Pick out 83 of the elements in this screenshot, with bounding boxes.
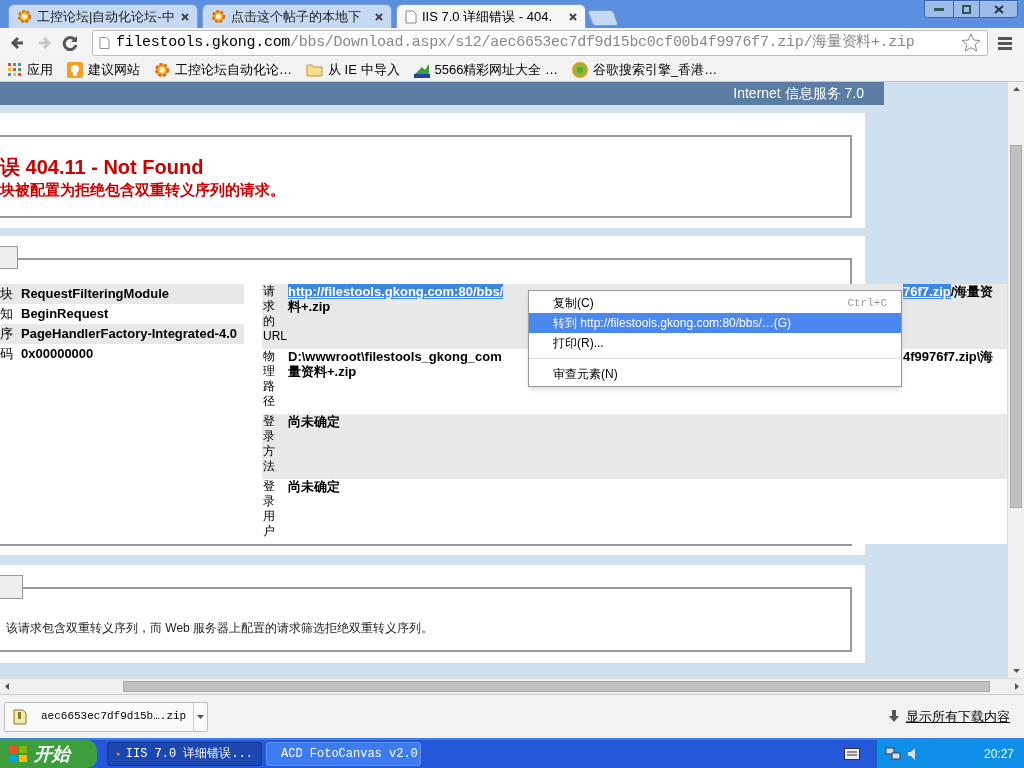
bookmark[interactable]: 从 IE 中导入 (306, 59, 400, 80)
detail-value: 尚未确定 (288, 414, 340, 429)
download-item[interactable]: aec6653ec7df9d15b….zip (4, 701, 208, 732)
detail-label: 块 (0, 286, 14, 302)
close-icon[interactable] (375, 12, 383, 21)
taskbar-button[interactable]: IIS 7.0 详细错误... (107, 742, 262, 766)
lightbulb-icon (67, 61, 83, 78)
bookmark[interactable]: 5566精彩网址大全 … (413, 59, 559, 80)
browser-tab[interactable]: IIS 7.0 详细错误 - 404. (396, 4, 586, 28)
bookmark[interactable]: 工控论坛自动化论… (154, 59, 292, 80)
detail-label: 登录用户 (263, 479, 275, 539)
detail-label: 请求的URL (263, 284, 287, 344)
detail-value: PageHandlerFactory-Integrated-4.0 (20, 326, 237, 342)
address-bar[interactable]: filestools.gkong.com/bbs/Download.aspx/s12/aec6653ec7df9d15bc0cf00b4f9976f7.zip/海量资料+.zip (92, 30, 988, 56)
folder-icon (306, 62, 323, 77)
detail-value: 尚未确定 (288, 479, 340, 494)
detail-label: 物理路径 (263, 349, 275, 409)
menu-item[interactable]: 转到 http://filestools.gkong.com:80/bbs/…(G) (529, 313, 901, 333)
gear-icon (17, 9, 32, 24)
left-arrow-icon[interactable] (5, 683, 9, 690)
down-arrow-icon[interactable] (1013, 669, 1020, 673)
windows-logo-icon (8, 745, 28, 763)
detail-label: 知 (0, 306, 14, 322)
minimize-button[interactable] (925, 1, 953, 17)
zip-file-icon (13, 708, 27, 725)
menu-item[interactable]: 审查元素(N) (529, 364, 901, 384)
detail-label: 码 (0, 346, 14, 362)
apps-grid-icon (8, 62, 22, 77)
gear-icon (211, 9, 226, 24)
tab-title: 工控论坛|自动化论坛-中 (37, 7, 176, 26)
detail-value: 76f7.zip (903, 284, 951, 299)
bookmark[interactable]: 应用 (8, 59, 53, 80)
detail-value: 4f9976f7.zip\海 (903, 349, 994, 364)
menu-item[interactable]: 打印(R)... (529, 333, 901, 353)
caret-icon[interactable] (197, 714, 204, 719)
error-subtitle: 块被配置为拒绝包含双重转义序列的请求。 (0, 180, 286, 200)
globe-icon (572, 61, 589, 78)
detail-value: D:\wwwroot\filestools_gkong_com (288, 349, 502, 364)
download-file-name: aec6653ec7df9d15b….zip (41, 709, 188, 725)
clock: 20:27 (983, 746, 1014, 763)
shortcut-label: Ctrl+C (847, 295, 887, 311)
bookmark[interactable]: 建议网站 (67, 59, 140, 80)
vertical-scrollbar[interactable] (1007, 82, 1024, 678)
keyboard-icon[interactable] (844, 748, 860, 760)
restore-button[interactable] (953, 1, 979, 17)
browser-tab[interactable]: 点击这个帖子的本地下 (202, 4, 392, 28)
detail-value: 0x00000000 (20, 346, 94, 362)
detail-value: http://filestools.gkong.com:80/bbs/ (288, 284, 504, 299)
detail-value: 量资料+.zip (288, 364, 357, 379)
page-icon (405, 9, 417, 24)
reload-icon[interactable] (61, 34, 79, 52)
detail-label: 登录方法 (263, 414, 275, 474)
download-arrow-icon (888, 710, 900, 723)
detail-value: BeginRequest (20, 306, 109, 322)
right-arrow-icon[interactable] (1015, 683, 1019, 690)
scrollbar-thumb[interactable] (1010, 145, 1022, 508)
close-icon[interactable] (181, 12, 189, 21)
gear-icon (154, 61, 170, 78)
menu-item[interactable]: 复制(C) Ctrl+C (529, 293, 901, 313)
network-icon[interactable] (885, 747, 901, 761)
browser-tab[interactable]: 工控论坛|自动化论坛-中 (8, 4, 198, 28)
star-icon[interactable] (961, 33, 981, 53)
scrollbar-thumb[interactable] (123, 681, 990, 692)
banner-title: Internet 信息服务 7.0 (733, 84, 864, 103)
detail-label: 序 (0, 326, 14, 342)
cause-text: 该请求包含双重转义序列，而 Web 服务器上配置的请求筛选拒绝双重转义序列。 (6, 621, 434, 635)
horizontal-scrollbar[interactable] (0, 678, 1024, 694)
tab-title: 点击这个帖子的本地下 (231, 7, 362, 26)
close-icon[interactable] (569, 12, 577, 21)
menu-icon[interactable] (998, 36, 1012, 50)
detail-value: 料+.zip (288, 299, 331, 314)
page-icon (99, 36, 110, 50)
tab-title: IIS 7.0 详细错误 - 404. (422, 7, 554, 26)
show-all-downloads-link[interactable]: 显示所有下载内容 (906, 706, 1010, 727)
url-text: filestools.gkong.com/bbs/Download.aspx/s12/aec6653ec7df9d15bc0cf00b4f9976f7.zip/海量资料+.zip (116, 32, 916, 53)
taskbar-button[interactable]: ACD FotoCanvas v2.0 (266, 742, 421, 766)
detail-value: RequestFilteringModule (20, 286, 170, 302)
error-title: 误 404.11 - Not Found (0, 155, 205, 179)
up-arrow-icon[interactable] (1012, 87, 1020, 91)
detail-value: /海量资 (950, 284, 994, 299)
close-icon (993, 4, 1004, 14)
close-button[interactable] (979, 1, 1017, 17)
bookmark[interactable]: 谷歌搜索引擎_香港… (572, 59, 718, 80)
